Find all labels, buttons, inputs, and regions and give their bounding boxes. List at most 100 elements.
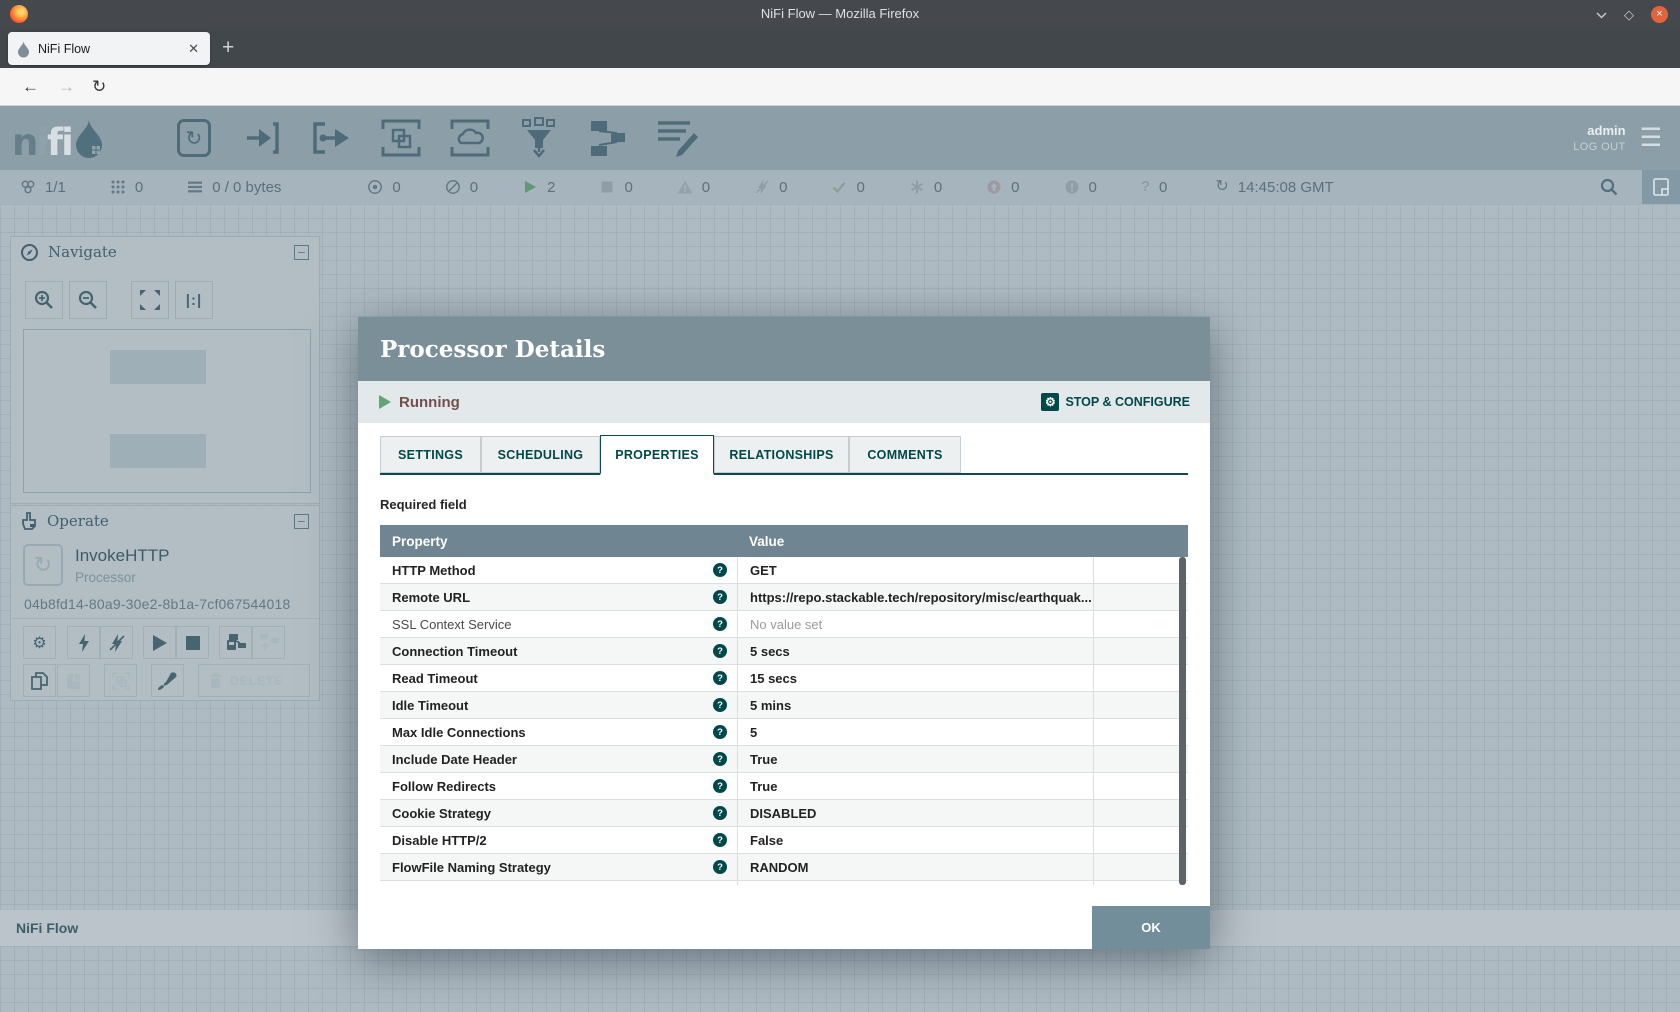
last-refresh[interactable]: ↻ 14:45:08 GMT (1215, 179, 1333, 196)
window-close-icon[interactable]: × (1651, 6, 1668, 23)
property-value[interactable]: 15 secs (737, 665, 1093, 691)
global-menu-button[interactable]: ☰ (1640, 123, 1662, 153)
browser-toolbar: ← → ↻ https://172.18.0.3:32558/nifi/?pro… (0, 68, 1680, 106)
group-button[interactable] (104, 664, 137, 697)
processor-tool-icon[interactable]: ↻ (166, 115, 222, 161)
property-value[interactable]: 5 secs (737, 638, 1093, 664)
property-value[interactable]: 5 (737, 719, 1093, 745)
logout-link[interactable]: LOG OUT (1573, 141, 1625, 153)
property-row[interactable]: SSL Context Service?No value set (380, 611, 1188, 638)
refresh-icon[interactable]: ↻ (1215, 179, 1228, 195)
property-value[interactable] (737, 881, 1093, 885)
status-cluster: 1/1 (20, 179, 66, 196)
property-row[interactable]: FlowFile Naming Strategy?RANDOM (380, 854, 1188, 881)
panel-toggle-button[interactable] (1642, 170, 1680, 204)
table-scrollbar[interactable] (1179, 557, 1186, 885)
property-row[interactable]: HTTP Method?GET (380, 557, 1188, 584)
row-spacer (1093, 854, 1188, 880)
process-group-tool-icon[interactable] (373, 115, 429, 161)
help-icon[interactable]: ? (713, 671, 727, 685)
tab-comments[interactable]: COMMENTS (849, 436, 961, 473)
stop-and-configure-button[interactable]: ⚙ STOP & CONFIGURE (1041, 393, 1190, 411)
tab-settings[interactable]: SETTINGS (380, 436, 481, 473)
window-minimize-icon[interactable] (1596, 8, 1607, 21)
property-row[interactable]: Connection Timeout?5 secs (380, 638, 1188, 665)
property-row[interactable]: Disable HTTP/2?False (380, 827, 1188, 854)
forward-button[interactable]: → (58, 75, 75, 99)
help-icon[interactable]: ? (713, 725, 727, 739)
property-row[interactable]: Follow Redirects?True (380, 773, 1188, 800)
status-count: 1/1 (45, 179, 66, 196)
configure-button[interactable]: ⚙ (23, 626, 56, 659)
browser-tab[interactable]: NiFi Flow ✕ (8, 32, 210, 65)
label-tool-icon[interactable] (649, 115, 705, 161)
property-name: Idle Timeout? (380, 692, 737, 718)
input-port-tool-icon[interactable] (235, 115, 291, 161)
property-row[interactable]: Max Idle Connections?5 (380, 719, 1188, 746)
birdseye-minimap[interactable] (23, 329, 311, 493)
new-tab-button[interactable]: + (222, 36, 234, 60)
property-row[interactable]: Read Timeout?15 secs (380, 665, 1188, 692)
status-count: 0 (1159, 179, 1167, 196)
tab-close-icon[interactable]: ✕ (186, 41, 201, 57)
help-icon[interactable]: ? (713, 779, 727, 793)
help-icon[interactable]: ? (713, 644, 727, 658)
help-icon[interactable]: ? (713, 563, 727, 577)
help-icon[interactable]: ? (713, 860, 727, 874)
status-transmitting: 0 (367, 179, 400, 196)
stop-button[interactable] (176, 626, 209, 659)
help-icon[interactable]: ? (713, 752, 727, 766)
property-value[interactable]: https://repo.stackable.tech/repository/m… (737, 584, 1093, 610)
help-icon[interactable]: ? (713, 833, 727, 847)
collapse-icon[interactable] (294, 245, 309, 260)
delete-button[interactable]: DELETE (198, 664, 310, 697)
remote-process-group-tool-icon[interactable] (442, 115, 498, 161)
funnel-tool-icon[interactable] (511, 115, 567, 161)
nifi-header: nifi ↻ admin LOG OUT ☰ (0, 106, 1680, 170)
tab-relationships[interactable]: RELATIONSHIPS (714, 436, 849, 473)
disable-button[interactable] (100, 626, 133, 659)
color-brush-button[interactable] (151, 664, 184, 697)
ok-button[interactable]: OK (1092, 906, 1210, 949)
create-template-button[interactable] (219, 626, 252, 659)
property-value[interactable]: DISABLED (737, 800, 1093, 826)
enable-button[interactable] (67, 626, 100, 659)
property-value[interactable]: True (737, 746, 1093, 772)
property-row[interactable] (380, 881, 1188, 885)
zoom-out-button[interactable] (69, 281, 107, 319)
property-value[interactable]: False (737, 827, 1093, 853)
property-row[interactable]: Include Date Header?True (380, 746, 1188, 773)
tab-properties[interactable]: PROPERTIES (600, 435, 714, 475)
zoom-fit-button[interactable] (131, 281, 169, 319)
collapse-icon[interactable] (294, 514, 309, 529)
property-value[interactable]: RANDOM (737, 854, 1093, 880)
zoom-in-button[interactable] (25, 281, 63, 319)
property-value[interactable]: True (737, 773, 1093, 799)
property-value[interactable]: GET (737, 557, 1093, 583)
zoom-actual-button[interactable]: |:| (175, 281, 213, 319)
property-row[interactable]: Remote URL?https://repo.stackable.tech/r… (380, 584, 1188, 611)
locally-modified-icon (909, 179, 925, 195)
breadcrumb[interactable]: NiFi Flow (16, 920, 78, 936)
property-row[interactable]: Idle Timeout?5 mins (380, 692, 1188, 719)
output-port-tool-icon[interactable] (304, 115, 360, 161)
back-button[interactable]: ← (22, 75, 39, 99)
template-tool-icon[interactable] (580, 115, 636, 161)
help-icon[interactable]: ? (713, 617, 727, 631)
upload-template-button[interactable] (252, 626, 285, 659)
tab-scheduling[interactable]: SCHEDULING (481, 436, 600, 473)
search-icon[interactable] (1600, 178, 1618, 201)
help-icon[interactable]: ? (713, 590, 727, 604)
help-icon[interactable]: ? (713, 806, 727, 820)
property-value[interactable]: No value set (737, 611, 1093, 637)
property-value[interactable]: 5 mins (737, 692, 1093, 718)
property-row[interactable]: Cookie Strategy?DISABLED (380, 800, 1188, 827)
row-spacer (1093, 638, 1188, 664)
nifi-logo: nifi (12, 118, 104, 158)
paste-button[interactable] (57, 664, 90, 697)
start-button[interactable] (143, 626, 176, 659)
window-maximize-icon[interactable]: ◇ (1624, 8, 1634, 21)
reload-button[interactable]: ↻ (92, 75, 106, 99)
help-icon[interactable]: ? (713, 698, 727, 712)
copy-button[interactable] (23, 664, 56, 697)
